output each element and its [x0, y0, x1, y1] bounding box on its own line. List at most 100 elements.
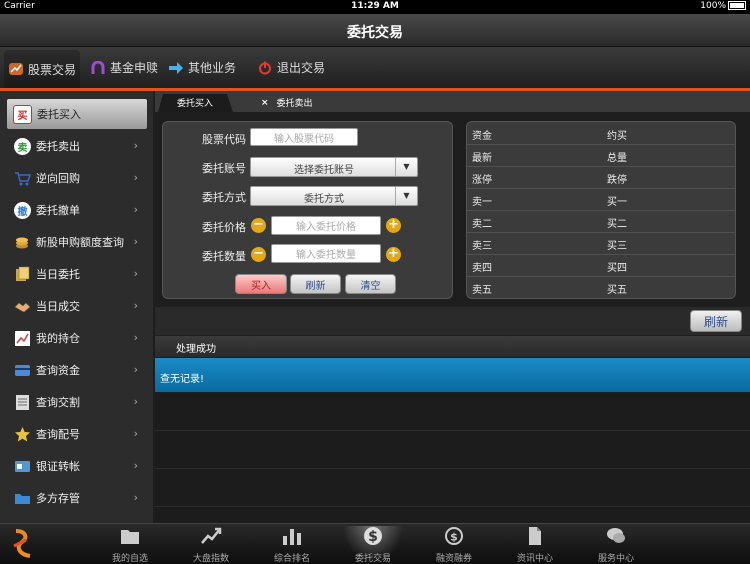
quantity-input[interactable]: 输入委托数量 [271, 244, 381, 263]
sidebar-item-reverse-repo[interactable]: 逆向回购 › [8, 163, 148, 193]
quote-left: 涨停 [472, 175, 492, 186]
nav-other-business[interactable]: 其他业务 [168, 59, 236, 76]
chevron-right-icon: › [133, 395, 138, 408]
tab-label: 资讯中心 [516, 554, 553, 564]
tab-label: 综合排名 [273, 554, 310, 564]
close-icon[interactable]: × [261, 98, 269, 108]
dropdown-arrow-icon: ▼ [395, 158, 417, 176]
bank-icon [15, 460, 30, 472]
nav-exit-trading[interactable]: 退出交易 [257, 59, 325, 76]
quote-right: 总量 [607, 153, 627, 164]
sidebar-item-label: 查询资金 [36, 364, 80, 377]
stock-code-input[interactable]: 输入股票代码 [250, 128, 358, 146]
sidebar-item-bank-transfer[interactable]: 银证转帐 › [8, 451, 148, 481]
quote-row: 卖一 买一 [467, 188, 735, 211]
tab-margin-trading[interactable]: $ 融资融券 [424, 526, 484, 564]
quantity-minus-button[interactable]: − [251, 247, 266, 262]
quote-left: 最新 [472, 153, 492, 164]
refresh-results-button[interactable]: 刷新 [690, 310, 742, 332]
sidebar-item-today-orders[interactable]: 当日委托 › [8, 259, 148, 289]
sidebar-item-label: 当日成交 [36, 300, 80, 313]
sidebar-item-cancel-order[interactable]: 撤 委托撤单 › [8, 195, 148, 225]
folder-icon [15, 493, 30, 504]
loan-icon: $ [445, 527, 463, 545]
cart-icon [15, 171, 31, 185]
tab-service[interactable]: 服务中心 [586, 526, 646, 564]
quote-left: 卖四 [472, 263, 492, 274]
tab-ranking[interactable]: 综合排名 [262, 526, 322, 564]
tab-label: 委托交易 [354, 554, 391, 564]
sidebar-item-sell[interactable]: 卖 委托卖出 › [8, 131, 148, 161]
sidebar-item-label: 委托撤单 [36, 204, 80, 217]
result-header: 处理成功 [155, 336, 750, 357]
sidebar-item-query-funds[interactable]: 查询资金 › [8, 355, 148, 385]
table-row [155, 431, 750, 469]
sidebar-item-today-trades[interactable]: 当日成交 › [8, 291, 148, 321]
price-plus-button[interactable]: + [386, 218, 401, 233]
chevron-right-icon: › [133, 363, 138, 376]
method-select[interactable]: 委托方式 ▼ [250, 186, 418, 206]
tab-buy[interactable]: 委托买入 [177, 94, 213, 111]
nav-stock-trading[interactable]: 股票交易 [4, 50, 81, 88]
nav-label: 其他业务 [188, 61, 237, 75]
sidebar-item-label: 我的持仓 [36, 332, 80, 345]
dropdown-arrow-icon: ▼ [395, 187, 417, 205]
sidebar-item-multi-custody[interactable]: 多方存管 › [8, 483, 148, 513]
quote-left: 卖三 [472, 241, 492, 252]
tab-trading[interactable]: $ 委托交易 [343, 526, 403, 564]
method-select-value: 委托方式 [304, 194, 344, 205]
svg-text:$: $ [450, 531, 458, 544]
sidebar-item-query-settlement[interactable]: 查询交割 › [8, 387, 148, 417]
chevron-right-icon: › [133, 139, 138, 152]
result-row[interactable]: 查无记录! [155, 358, 750, 392]
chevron-right-icon: › [133, 203, 138, 216]
trend-icon [201, 527, 222, 544]
account-label: 委托账号 [202, 162, 246, 175]
chevron-right-icon: › [133, 459, 138, 472]
account-select[interactable]: 选择委托账号 ▼ [250, 157, 418, 177]
star-icon [15, 426, 30, 441]
quote-right: 约买 [607, 131, 627, 142]
status-bar: Carrier 11:29 AM 100% [0, 0, 750, 14]
quote-row: 最新 总量 [467, 144, 735, 167]
sidebar-item-ipo-quota[interactable]: 新股申购额度查询 › [8, 227, 148, 257]
buy-button[interactable]: 买入 [235, 274, 287, 294]
table-row [155, 507, 750, 524]
handshake-icon [14, 302, 31, 312]
tab-watchlist[interactable]: 我的自选 [100, 526, 160, 564]
bar-chart-icon [283, 529, 301, 545]
tab-market-index[interactable]: 大盘指数 [181, 526, 241, 564]
sidebar-item-buy[interactable]: 买 委托买入 [7, 99, 147, 129]
stock-code-label: 股票代码 [202, 133, 246, 146]
quantity-plus-button[interactable]: + [386, 247, 401, 262]
power-icon [259, 61, 271, 74]
battery-icon [728, 1, 746, 10]
quote-left: 卖五 [472, 285, 492, 296]
quote-row: 涨停 跌停 [467, 166, 735, 189]
sidebar-item-positions[interactable]: 我的持仓 › [8, 323, 148, 353]
result-status: 处理成功 [176, 344, 216, 355]
clear-button[interactable]: 清空 [345, 274, 396, 294]
quote-right: 买一 [607, 197, 627, 208]
chevron-right-icon: › [133, 267, 138, 280]
tab-news[interactable]: 资讯中心 [505, 526, 565, 564]
dollar-icon: $ [364, 527, 382, 545]
price-minus-button[interactable]: − [251, 218, 266, 233]
quote-right: 买五 [607, 285, 627, 296]
coins-icon [16, 237, 28, 248]
page-title: 委托交易 [347, 25, 403, 41]
document-icon [529, 527, 541, 545]
quote-right: 跌停 [607, 175, 627, 186]
sidebar-item-query-allotment[interactable]: 查询配号 › [8, 419, 148, 449]
quote-row: 卖五 买五 [467, 276, 735, 298]
quote-right: 买四 [607, 263, 627, 274]
refresh-form-button[interactable]: 刷新 [290, 274, 341, 294]
price-input[interactable]: 输入委托价格 [271, 216, 381, 235]
tab-sell[interactable]: × 委托卖出 [261, 94, 313, 111]
buy-icon: 买 [13, 104, 32, 124]
folder-icon [121, 530, 139, 544]
quote-panel: 资金 约买 最新 总量 涨停 跌停 卖一 买一 卖二 买二 卖三 买三 卖四 买四 卖五 买五 [466, 121, 736, 299]
nav-fund-redemption[interactable]: 基金申赎 [90, 59, 158, 76]
quote-right: 买三 [607, 241, 627, 252]
battery-percent: 100% [700, 1, 726, 11]
